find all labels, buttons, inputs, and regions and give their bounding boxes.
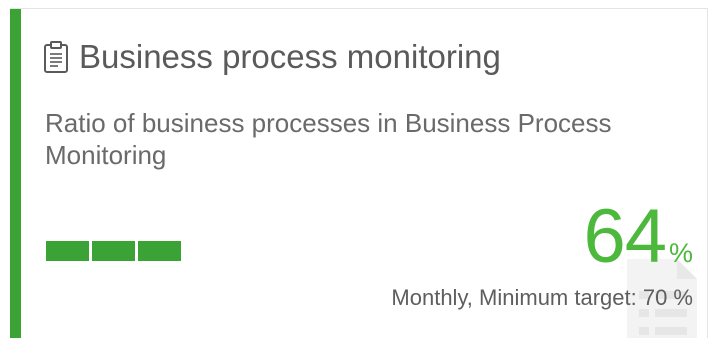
kpi-tile[interactable]: Business process monitoring Ratio of bus… — [10, 8, 708, 338]
progress-segment — [46, 241, 89, 261]
kpi-value-unit: % — [668, 238, 693, 268]
tile-title: Business process monitoring — [79, 38, 501, 75]
tile-description: Ratio of business processes in Business … — [45, 108, 612, 170]
progress-indicator — [46, 241, 181, 261]
progress-segment — [92, 241, 135, 261]
kpi-target-text: Monthly, Minimum target: 70 % — [391, 285, 693, 310]
progress-segment — [138, 241, 181, 261]
status-accent-bar — [10, 9, 21, 338]
kpi-value-number: 64 — [583, 194, 667, 279]
clipboard-icon — [44, 41, 68, 73]
kpi-value: 64 % — [583, 197, 693, 277]
tile-header: Business process monitoring — [43, 37, 501, 77]
